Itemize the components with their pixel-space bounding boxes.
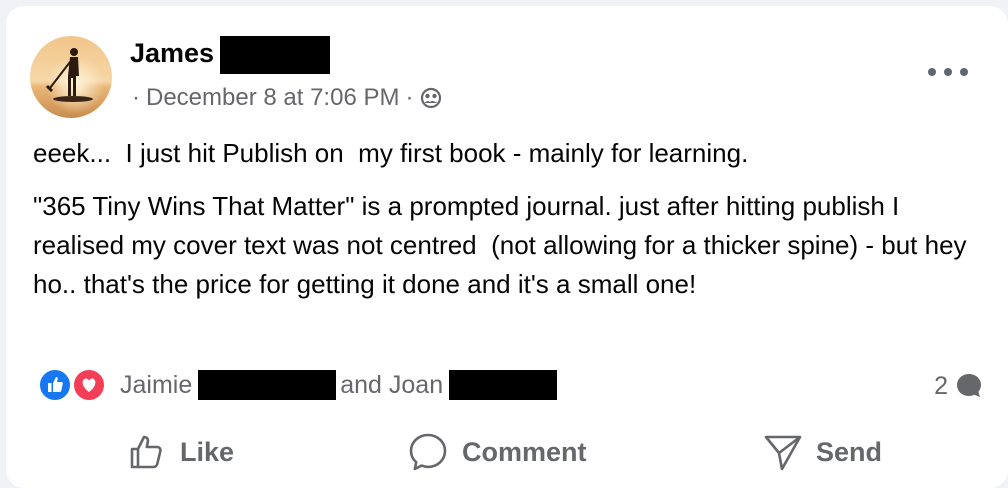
- like-button[interactable]: Like: [126, 424, 234, 480]
- comment-label: Comment: [462, 436, 587, 467]
- post-meta: · December 8 at 7:06 PM ·: [132, 83, 443, 113]
- comment-count[interactable]: 2: [934, 368, 984, 404]
- post-card: James · December 8 at 7:06 PM · eeek... …: [6, 6, 1008, 488]
- comment-button[interactable]: Comment: [406, 424, 587, 480]
- post-body: eeek... I just hit Publish on my first b…: [33, 134, 983, 318]
- like-icon: [38, 368, 72, 402]
- send-label: Send: [816, 436, 883, 467]
- send-button[interactable]: Send: [762, 424, 882, 480]
- reactions-summary[interactable]: Jaimie and Joan: [38, 366, 558, 404]
- redacted-reactor-surname-2: [449, 370, 558, 400]
- love-icon: [72, 368, 106, 402]
- reactor-name-2[interactable]: and Joan: [340, 371, 443, 400]
- comment-bubble-icon: [954, 371, 984, 401]
- author-name[interactable]: James: [130, 38, 214, 69]
- friends-icon[interactable]: [419, 86, 443, 110]
- redacted-surname: [220, 36, 330, 74]
- avatar-image: [30, 36, 112, 118]
- comment-count-value: 2: [934, 371, 948, 400]
- author-avatar[interactable]: [30, 36, 112, 118]
- meta-separator: ·: [132, 84, 140, 111]
- post-timestamp[interactable]: December 8 at 7:06 PM: [146, 84, 399, 112]
- action-bar: Like Comment Send: [6, 424, 1008, 480]
- comment-icon: [406, 430, 450, 474]
- post-paragraph-2: "365 Tiny Wins That Matter" is a prompte…: [33, 191, 974, 299]
- reaction-icons: [38, 366, 112, 404]
- meta-separator-2: ·: [405, 84, 414, 111]
- more-options-icon[interactable]: [928, 62, 968, 82]
- redacted-reactor-surname-1: [198, 370, 337, 400]
- like-label: Like: [180, 436, 235, 467]
- reactor-name-1[interactable]: Jaimie: [120, 371, 192, 400]
- send-icon: [762, 431, 804, 473]
- thumbs-up-icon: [126, 431, 168, 473]
- post-paragraph-1: eeek... I just hit Publish on my first b…: [33, 138, 749, 168]
